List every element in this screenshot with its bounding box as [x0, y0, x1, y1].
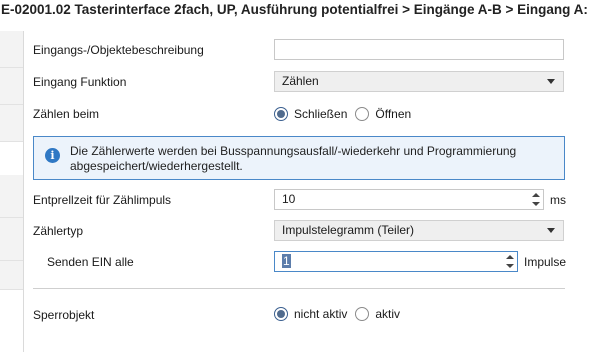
radio-checked-icon — [274, 107, 288, 121]
spin-arrows[interactable] — [505, 253, 515, 270]
section-divider — [33, 288, 565, 289]
arrow-down-icon[interactable] — [506, 264, 514, 268]
function-value: Zählen — [282, 74, 319, 88]
lock-object-radio-group: nicht aktiv aktiv — [274, 304, 408, 324]
send-on-spinbox[interactable]: 1 — [274, 251, 518, 272]
counter-type-select[interactable]: Impulstelegramm (Teiler) — [274, 220, 564, 241]
debounce-spinbox[interactable]: 10 — [274, 189, 544, 210]
radio-nicht-aktiv[interactable]: nicht aktiv — [274, 307, 347, 321]
sidebar-item[interactable] — [0, 175, 24, 218]
radio-checked-icon — [274, 307, 288, 321]
count-on-radio-group: Schließen Öffnen — [274, 104, 419, 124]
description-input[interactable] — [274, 39, 564, 60]
arrow-down-icon[interactable] — [532, 202, 540, 206]
counter-type-value: Impulstelegramm (Teiler) — [282, 223, 415, 237]
sidebar-item[interactable] — [0, 105, 24, 142]
info-text: Die Zählerwerte werden bei Busspannungsa… — [70, 144, 517, 173]
arrow-up-icon[interactable] — [532, 193, 540, 197]
send-on-value: 1 — [282, 254, 291, 268]
description-label: Eingangs-/Objektebeschreibung — [33, 43, 204, 57]
counter-type-label: Zählertyp — [33, 224, 84, 238]
debounce-value: 10 — [282, 192, 296, 206]
function-select[interactable]: Zählen — [274, 71, 564, 92]
function-label: Eingang Funktion — [33, 75, 127, 89]
chevron-down-icon — [547, 228, 555, 233]
radio-oeffnen[interactable]: Öffnen — [355, 107, 411, 121]
radio-aktiv[interactable]: aktiv — [355, 307, 400, 321]
radio-unchecked-icon — [355, 307, 370, 321]
send-on-label: Senden EIN alle — [47, 255, 134, 269]
sidebar-item[interactable] — [0, 68, 24, 105]
debounce-unit: ms — [550, 193, 566, 207]
chevron-down-icon — [547, 79, 555, 84]
sidebar-item[interactable] — [0, 31, 24, 68]
send-on-unit: Impulse — [524, 255, 567, 269]
radio-schliessen[interactable]: Schließen — [274, 107, 347, 121]
sidebar-item[interactable] — [0, 261, 24, 290]
info-icon: i — [45, 148, 60, 163]
sidebar-divider — [23, 31, 24, 352]
sidebar-item[interactable] — [0, 218, 24, 261]
spin-arrows[interactable] — [531, 191, 541, 208]
lock-object-label: Sperrobjekt — [33, 308, 95, 322]
info-box: i Die Zählerwerte werden bei Busspannung… — [33, 136, 565, 180]
count-on-label: Zählen beim — [33, 107, 100, 121]
page-title: E-02001.02 Tasterinterface 2fach, UP, Au… — [1, 2, 588, 17]
debounce-label: Entprellzeit für Zählimpuls — [33, 193, 172, 207]
radio-unchecked-icon — [355, 107, 370, 121]
arrow-up-icon[interactable] — [506, 255, 514, 259]
